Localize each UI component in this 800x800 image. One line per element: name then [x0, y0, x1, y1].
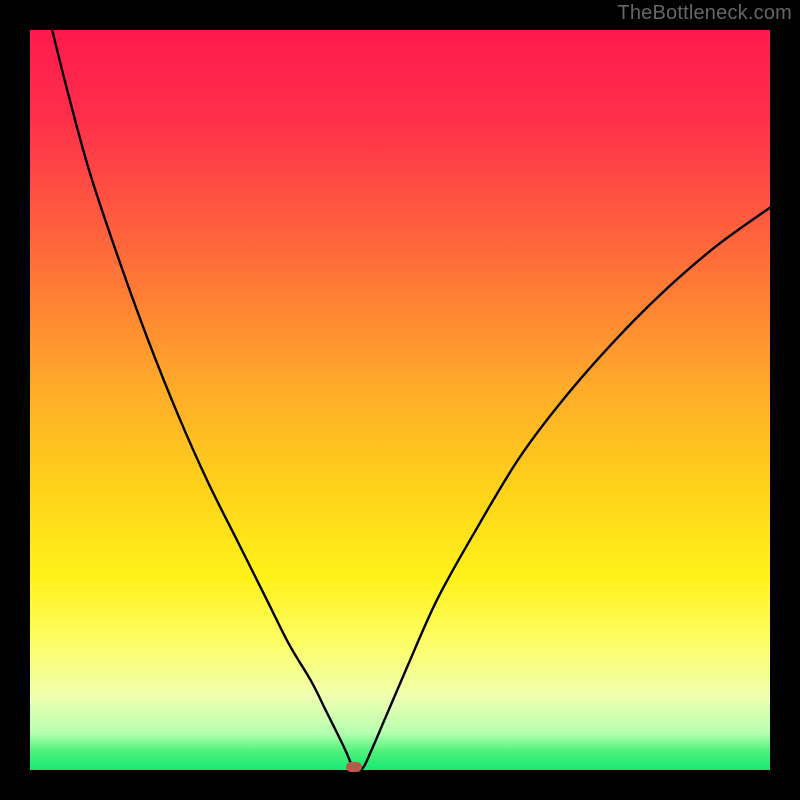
plot-area [30, 30, 770, 770]
chart-frame: TheBottleneck.com [0, 0, 800, 800]
bottleneck-curve [30, 30, 770, 770]
watermark-text: TheBottleneck.com [617, 2, 792, 25]
optimal-point-marker [346, 762, 362, 772]
